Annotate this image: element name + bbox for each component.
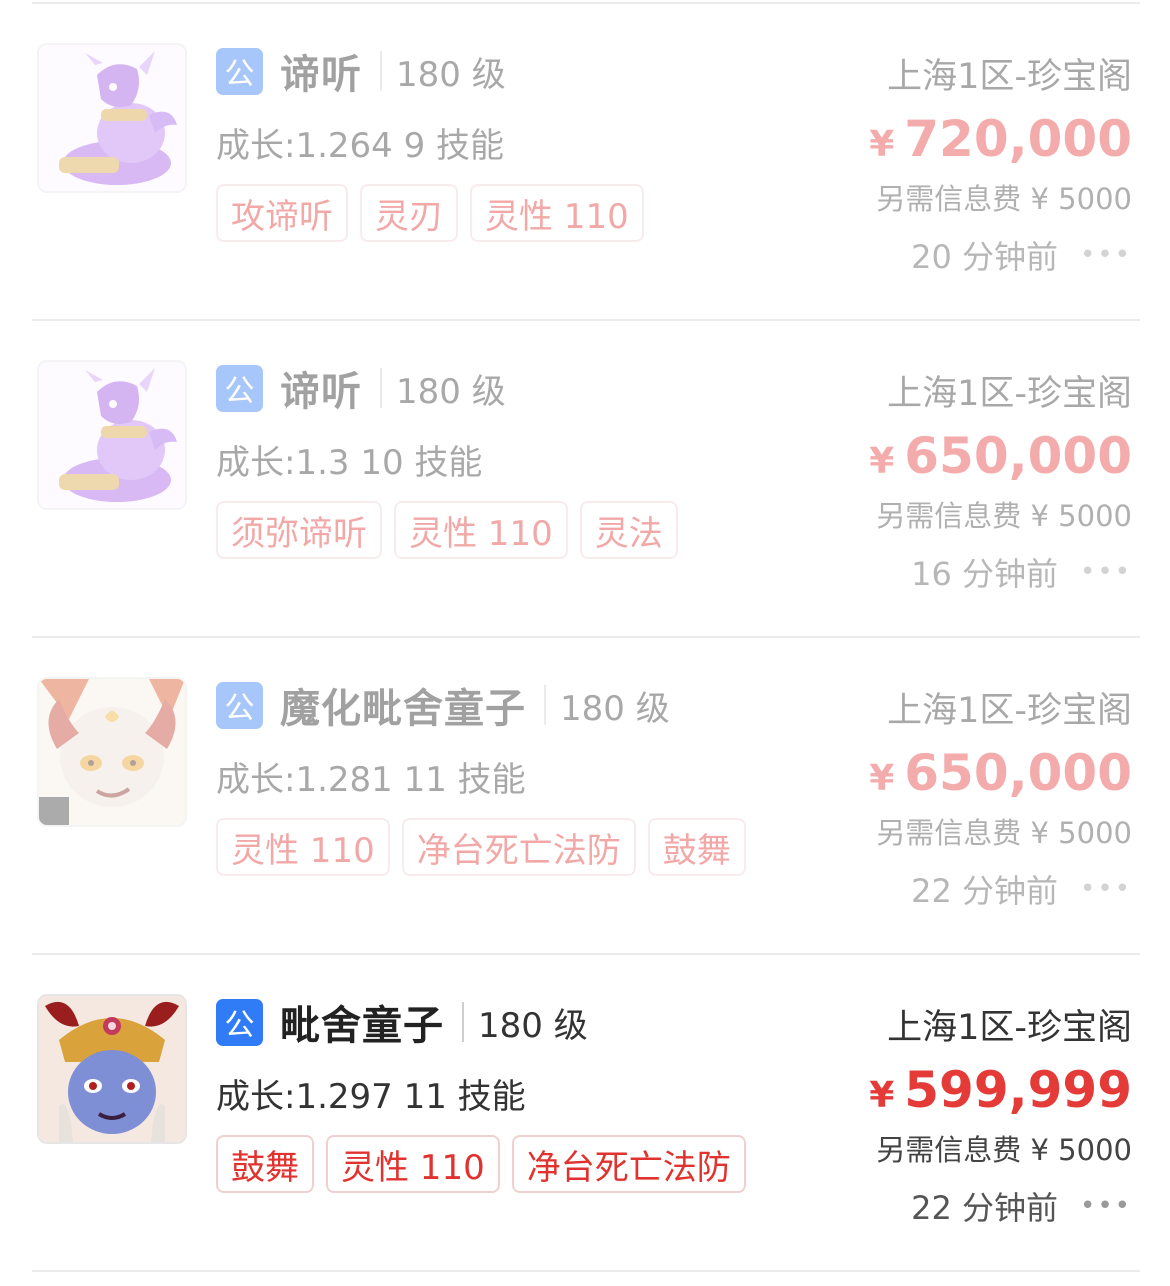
currency-symbol: ¥	[869, 758, 895, 799]
price-amount: 720,000	[904, 110, 1132, 168]
public-badge: 公	[216, 681, 263, 729]
public-badge: 公	[216, 47, 263, 95]
title-separator	[380, 51, 382, 91]
server-name: 上海1区-珍宝阁	[887, 1008, 1132, 1048]
public-badge: 公	[216, 998, 263, 1046]
demon-child-white-illustration	[39, 679, 185, 825]
demon-child-blue-illustration	[39, 996, 185, 1142]
tag: 灵性 110	[216, 818, 390, 876]
server-name: 上海1区-珍宝阁	[887, 691, 1132, 731]
purple-beast-illustration	[39, 362, 185, 508]
pet-level: 180 级	[560, 688, 670, 729]
info-fee: 另需信息费 ¥ 5000	[876, 816, 1132, 850]
currency-symbol: ¥	[869, 1075, 895, 1116]
purple-beast-illustration	[39, 45, 185, 191]
pet-avatar	[37, 43, 187, 193]
growth-skills: 成长:1.264 9 技能	[216, 126, 505, 166]
growth-skills: 成长:1.281 11 技能	[216, 760, 526, 800]
listed-time: 20 分钟前	[911, 238, 1058, 276]
server-name: 上海1区-珍宝阁	[887, 57, 1132, 97]
listing-item[interactable]: 公 谛听 180 级 成长:1.3 10 技能 须弥谛听 灵性 110 灵法 上…	[0, 321, 1170, 638]
currency-symbol: ¥	[869, 441, 895, 482]
tag: 鼓舞	[647, 818, 746, 876]
info-fee: 另需信息费 ¥ 5000	[876, 1133, 1132, 1167]
tag: 攻谛听	[216, 184, 348, 242]
growth-skills: 成长:1.297 11 技能	[216, 1077, 526, 1117]
pet-name: 魔化毗舍童子	[280, 686, 526, 732]
ellipsis-icon[interactable]: •••	[1080, 1191, 1132, 1221]
info-fee: 另需信息费 ¥ 5000	[876, 499, 1132, 533]
title-separator	[380, 368, 382, 408]
tag: 灵刃	[360, 184, 458, 242]
listing-item[interactable]: 公 魔化毗舍童子 180 级 成长:1.281 11 技能 灵性 110 净台死…	[0, 638, 1170, 955]
listed-time: 22 分钟前	[911, 1189, 1058, 1227]
pet-name: 毗舍童子	[280, 1003, 444, 1049]
pet-level: 180 级	[396, 371, 506, 412]
tag-list: 鼓舞 灵性 110 净台死亡法防	[216, 1135, 758, 1193]
pet-avatar	[37, 994, 187, 1144]
info-fee: 另需信息费 ¥ 5000	[876, 182, 1132, 216]
pet-name: 谛听	[280, 52, 362, 98]
price-amount: 650,000	[904, 427, 1132, 485]
pet-name: 谛听	[280, 369, 362, 415]
growth-skills: 成长:1.3 10 技能	[216, 443, 483, 483]
tag: 净台死亡法防	[511, 1135, 746, 1193]
tag: 须弥谛听	[216, 501, 382, 559]
pet-level: 180 级	[396, 54, 506, 95]
listing-item[interactable]: 公 毗舍童子 180 级 成长:1.297 11 技能 鼓舞 灵性 110 净台…	[0, 955, 1170, 1272]
tag: 灵法	[579, 501, 678, 559]
tag: 鼓舞	[216, 1135, 314, 1193]
price: ¥599,999	[869, 1061, 1132, 1119]
listed-time: 22 分钟前	[911, 872, 1058, 910]
title-separator	[544, 685, 546, 725]
currency-symbol: ¥	[869, 124, 895, 165]
server-name: 上海1区-珍宝阁	[887, 374, 1132, 414]
pet-level: 180 级	[478, 1005, 588, 1046]
tag-list: 须弥谛听 灵性 110 灵法	[216, 501, 690, 559]
price-amount: 599,999	[904, 1061, 1132, 1119]
tag: 灵性 110	[394, 501, 568, 559]
pet-avatar	[37, 360, 187, 510]
title-separator	[462, 1002, 464, 1042]
ellipsis-icon[interactable]: •••	[1080, 557, 1132, 587]
item-divider	[32, 1270, 1140, 1272]
tag: 灵性 110	[470, 184, 644, 242]
price: ¥720,000	[869, 110, 1132, 168]
ellipsis-icon[interactable]: •••	[1080, 874, 1132, 904]
tag-list: 灵性 110 净台死亡法防 鼓舞	[216, 818, 758, 876]
price: ¥650,000	[869, 427, 1132, 485]
price-amount: 650,000	[904, 744, 1132, 802]
tag: 灵性 110	[326, 1135, 500, 1193]
listing-item[interactable]: 公 谛听 180 级 成长:1.264 9 技能 攻谛听 灵刃 灵性 110 上…	[0, 4, 1170, 321]
listed-time: 16 分钟前	[911, 555, 1058, 593]
pet-avatar	[37, 677, 187, 827]
public-badge: 公	[216, 364, 263, 412]
ellipsis-icon[interactable]: •••	[1080, 240, 1132, 270]
tag: 净台死亡法防	[401, 818, 636, 876]
price: ¥650,000	[869, 744, 1132, 802]
tag-list: 攻谛听 灵刃 灵性 110	[216, 184, 656, 242]
